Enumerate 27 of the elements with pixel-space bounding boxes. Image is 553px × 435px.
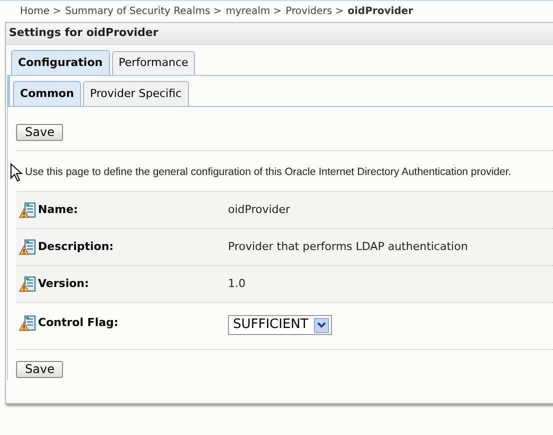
breadcrumb-link[interactable]: oidProvider bbox=[348, 4, 414, 22]
field-label: Description: bbox=[38, 238, 114, 255]
field-value: oidProvider bbox=[228, 202, 290, 218]
save-button[interactable]: Save bbox=[16, 361, 64, 378]
intro-text: Use this page to define the general configuration of this Oracle Internet Directory Authentication provider. bbox=[25, 165, 512, 180]
tab[interactable]: Configuration bbox=[11, 50, 110, 75]
panel-title: Settings for oidProvider bbox=[9, 25, 158, 42]
breadcrumb-link[interactable]: Providers > bbox=[286, 4, 344, 22]
breadcrumb-link[interactable]: Home > bbox=[20, 4, 62, 22]
field-label: Control Flag: bbox=[38, 315, 118, 332]
field-value: Provider that performs LDAP authentication bbox=[228, 238, 468, 255]
mouse-pointer-icon bbox=[10, 163, 24, 182]
tab[interactable]: Common bbox=[13, 81, 81, 106]
breadcrumb-link[interactable]: myrealm > bbox=[226, 4, 282, 22]
control-flag-dropdown[interactable]: SUFFICIENT bbox=[228, 315, 332, 335]
warning-document-icon bbox=[19, 202, 36, 218]
field-label: Name: bbox=[38, 202, 78, 218]
warning-document-icon bbox=[19, 276, 36, 292]
save-button[interactable]: Save bbox=[16, 124, 64, 141]
tab[interactable]: Performance bbox=[112, 51, 196, 75]
tab[interactable]: Provider Specific bbox=[82, 81, 189, 106]
warning-document-icon bbox=[19, 315, 36, 332]
breadcrumb-link[interactable]: Summary of Security Realms > bbox=[65, 4, 222, 22]
chevron-down-icon bbox=[314, 318, 330, 332]
field-value: 1.0 bbox=[228, 276, 246, 292]
warning-document-icon bbox=[19, 238, 36, 256]
field-label: Version: bbox=[38, 276, 89, 292]
